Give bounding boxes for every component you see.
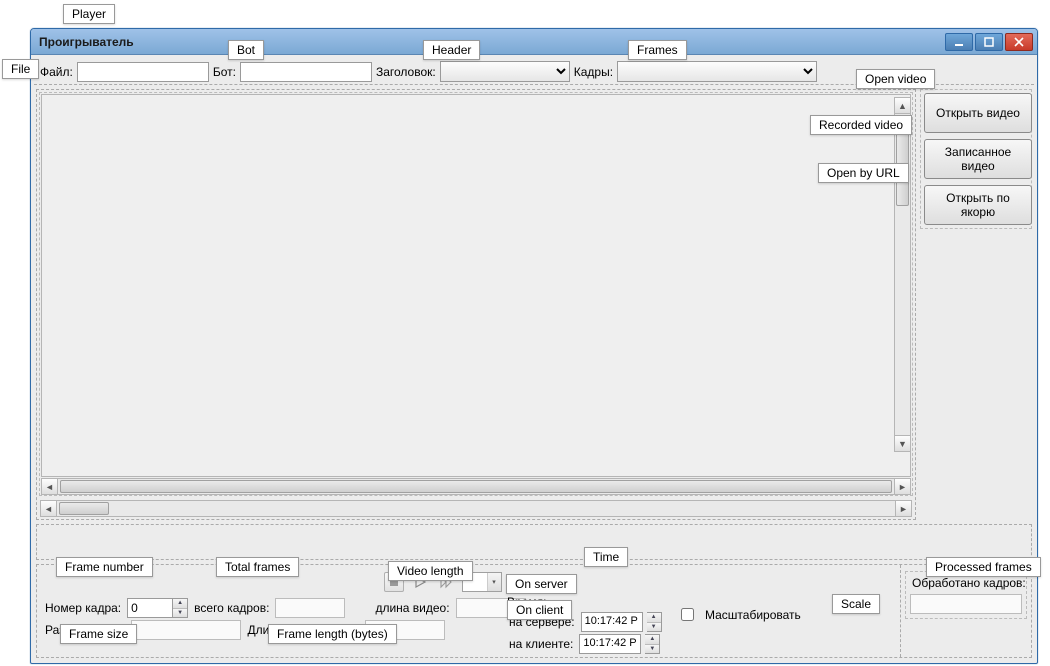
callout-frame-number: Frame number [56, 557, 153, 577]
scroll-up-arrow-icon[interactable]: ▲ [895, 98, 910, 114]
scroll-left-arrow-icon[interactable]: ◄ [41, 501, 57, 516]
callout-frame-length-bytes: Frame length (bytes) [268, 624, 397, 644]
viewer-outer-horizontal-scrollbar[interactable]: ◄ ► [40, 500, 912, 517]
time-client-label: на клиенте: [507, 637, 575, 651]
bot-input[interactable] [240, 62, 372, 82]
callout-video-length: Video length [388, 561, 473, 581]
callout-on-server: On server [506, 574, 577, 594]
time-client-spinner[interactable]: ▲▼ [645, 634, 660, 654]
time-server-value: 10:17:42 P [581, 612, 643, 632]
minimize-icon [953, 37, 965, 47]
total-frames-value [275, 598, 345, 618]
time-client-value: 10:17:42 P [579, 634, 641, 654]
callout-total-frames: Total frames [216, 557, 299, 577]
spin-down-icon[interactable]: ▼ [173, 609, 187, 618]
spin-up-icon[interactable]: ▲ [645, 635, 659, 645]
callout-bot: Bot [228, 40, 264, 60]
window-title: Проигрыватель [39, 35, 134, 49]
frame-number-input[interactable] [127, 598, 173, 618]
spin-down-icon[interactable]: ▼ [645, 645, 659, 654]
frame-number-spinner[interactable]: ▲▼ [127, 598, 188, 618]
callout-scale: Scale [832, 594, 880, 614]
callout-time: Time [584, 547, 628, 567]
frames-label: Кадры: [572, 65, 615, 79]
titlebar[interactable]: Проигрыватель [31, 29, 1037, 55]
close-icon [1013, 37, 1025, 47]
viewer-vertical-scrollbar[interactable]: ▲ ▼ [894, 97, 911, 452]
header-select[interactable] [440, 61, 570, 82]
hscroll-thumb-inner[interactable] [60, 480, 892, 493]
callout-frame-size: Frame size [60, 624, 137, 644]
timeline-strip [36, 524, 1032, 560]
callout-open-video: Open video [856, 69, 935, 89]
scale-label: Масштабировать [703, 608, 803, 622]
open-video-button[interactable]: Открыть видео [924, 93, 1032, 133]
bot-label: Бот: [211, 65, 238, 79]
callout-header: Header [423, 40, 480, 60]
file-input[interactable] [77, 62, 209, 82]
file-label: Файл: [38, 65, 75, 79]
chevron-down-icon: ▾ [487, 573, 501, 591]
callout-file: File [2, 59, 39, 79]
header-label: Заголовок: [374, 65, 438, 79]
callout-player: Player [63, 4, 115, 24]
processed-frames-box: Обработано кадров: [905, 571, 1027, 619]
spin-up-icon[interactable]: ▲ [173, 599, 187, 609]
frame-number-label: Номер кадра: [43, 601, 123, 615]
recorded-video-button[interactable]: Записанное видео [924, 139, 1032, 179]
spin-down-icon[interactable]: ▼ [647, 623, 661, 632]
scroll-down-arrow-icon[interactable]: ▼ [895, 435, 910, 451]
viewer-panel: ▲ ▼ ◄ ► ◄ ► [36, 89, 916, 520]
callout-processed-frames: Processed frames [926, 557, 1041, 577]
hscroll-thumb-outer[interactable] [59, 502, 109, 515]
maximize-icon [983, 37, 995, 47]
frame-size-value [131, 620, 241, 640]
maximize-button[interactable] [975, 33, 1003, 51]
time-server-spinner[interactable]: ▲▼ [647, 612, 662, 632]
viewer-inner-horizontal-scrollbar[interactable]: ◄ ► [41, 478, 911, 495]
scale-checkbox[interactable] [681, 608, 694, 621]
scroll-right-arrow-icon[interactable]: ► [894, 479, 910, 494]
video-length-label: длина видео: [373, 601, 451, 615]
viewer-canvas[interactable]: ▲ ▼ [41, 94, 911, 477]
callout-recorded-video: Recorded video [810, 115, 912, 135]
scroll-left-arrow-icon[interactable]: ◄ [42, 479, 58, 494]
minimize-button[interactable] [945, 33, 973, 51]
callout-open-by-url: Open by URL [818, 163, 909, 183]
frames-select[interactable] [617, 61, 817, 82]
open-by-url-button[interactable]: Открыть по якорю [924, 185, 1032, 225]
callout-on-client: On client [507, 600, 572, 620]
scroll-right-arrow-icon[interactable]: ► [895, 501, 911, 516]
total-frames-label: всего кадров: [192, 601, 271, 615]
callout-frames: Frames [628, 40, 687, 60]
close-button[interactable] [1005, 33, 1033, 51]
spin-up-icon[interactable]: ▲ [647, 613, 661, 623]
processed-frames-value [910, 594, 1022, 614]
processed-frames-label: Обработано кадров: [910, 576, 1022, 590]
